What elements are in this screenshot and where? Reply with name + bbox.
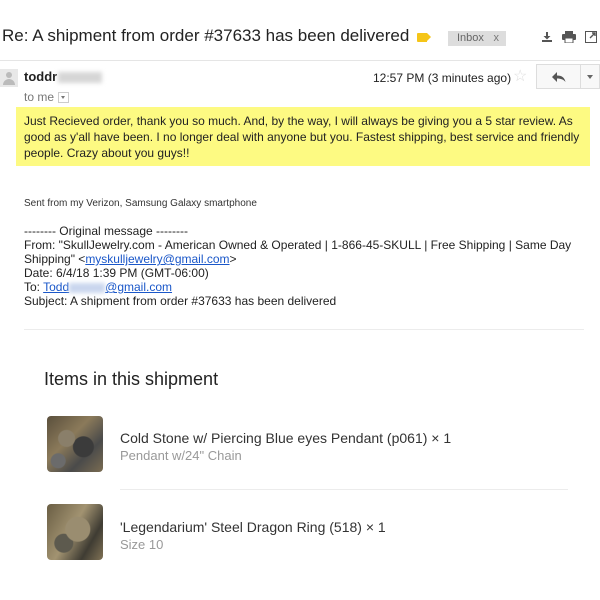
item-name[interactable]: 'Legendarium' Steel Dragon Ring (518) × … — [120, 519, 386, 535]
section-divider — [24, 329, 584, 330]
important-marker-icon[interactable] — [417, 33, 431, 42]
original-to: To: Todd @gmail.com — [24, 280, 173, 294]
reply-icon — [551, 72, 565, 83]
sender-email-link[interactable]: myskulljewelry@gmail.com — [85, 252, 229, 266]
signature: Sent from my Verizon, Samsung Galaxy sma… — [24, 198, 257, 209]
original-subject: Subject: A shipment from order #37633 ha… — [24, 294, 337, 308]
ring-product-image[interactable] — [47, 504, 103, 560]
star-icon[interactable]: ☆ — [513, 66, 527, 86]
reply-button[interactable] — [536, 64, 581, 89]
new-window-icon[interactable] — [584, 31, 598, 45]
inbox-label-chip[interactable]: Inbox x — [448, 31, 506, 46]
recipient-line: to me — [24, 90, 70, 104]
pendant-product-image[interactable] — [47, 416, 103, 472]
more-options-button[interactable] — [581, 64, 600, 89]
download-icon[interactable] — [540, 31, 554, 45]
recipient-email-link[interactable]: Todd @gmail.com — [43, 280, 172, 294]
print-icon[interactable] — [562, 31, 576, 45]
item-name[interactable]: Cold Stone w/ Piercing Blue eyes Pendant… — [120, 430, 451, 446]
item-divider — [120, 489, 568, 490]
original-from-cont: Shipping" <myskulljewelry@gmail.com> — [24, 252, 237, 266]
inbox-label-text: Inbox — [457, 32, 484, 44]
item-detail: Size 10 — [120, 537, 164, 552]
original-date: Date: 6/4/18 1:39 PM (GMT-06:00) — [24, 266, 209, 280]
remove-label-button[interactable]: x — [494, 31, 500, 46]
redacted-name — [58, 72, 103, 84]
message-time: 12:57 PM (3 minutes ago) — [373, 71, 512, 85]
original-message: -------- Original message -------- From:… — [24, 224, 590, 308]
show-details-icon[interactable] — [58, 92, 70, 104]
email-subject: Re: A shipment from order #37633 has bee… — [2, 26, 410, 45]
redacted-email — [69, 282, 106, 293]
shipment-title: Items in this shipment — [44, 369, 219, 389]
header-divider — [0, 60, 600, 61]
sender-avatar — [0, 69, 18, 87]
message-body: Just Recieved order, thank you so much. … — [24, 114, 580, 160]
original-divider: -------- Original message -------- — [24, 224, 188, 238]
original-from: From: "SkullJewelry.com - American Owned… — [24, 238, 572, 252]
sender-name[interactable]: toddr — [24, 69, 103, 84]
item-detail: Pendant w/24" Chain — [120, 448, 242, 463]
